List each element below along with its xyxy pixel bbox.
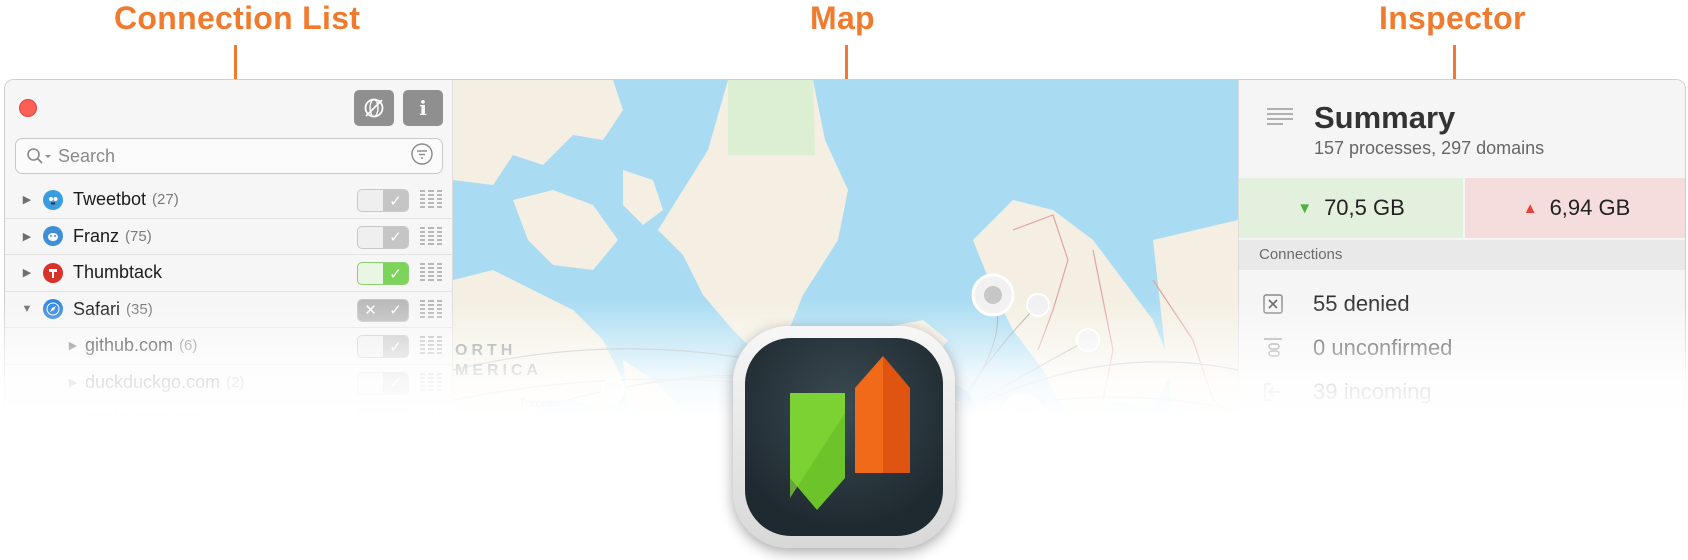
denied-stat[interactable]: 55 denied [1239,284,1685,324]
unconfirmed-icon [1263,338,1283,358]
filter-icon[interactable] [410,142,434,171]
map-region-label: MERICA [455,362,543,379]
map-region-label: ORTH [455,342,517,359]
disclosure-triangle-icon[interactable]: ▶ [67,376,79,389]
list-item[interactable]: ▼ Safari (35) ✕ ✓ [5,292,453,328]
list-item[interactable]: ▶ Tweetbot (27) ✓ [5,182,453,219]
connection-count: (35) [126,300,153,318]
rule-toggle[interactable]: ✓ [357,189,409,212]
thumbtack-app-icon [43,262,63,283]
map-toggle-button[interactable] [354,90,394,126]
traffic-histogram-icon [420,299,442,320]
domain-name: apple.com [85,408,169,429]
connection-count: (6) [179,337,198,355]
download-value: 70,5 GB [1324,195,1405,220]
incoming-stat[interactable]: 39 incoming [1239,372,1685,412]
disclosure-triangle-expanded-icon[interactable]: ▼ [21,303,33,315]
traffic-histogram-icon [420,372,442,393]
connection-list-pane: i ▶ [5,80,453,560]
app-name: Franz [73,225,120,246]
upload-value: 6,94 GB [1549,195,1631,220]
globe-slash-icon [364,98,384,118]
list-item[interactable]: ▶ Franz (75) ✓ [5,219,453,255]
disclosure-triangle-icon[interactable]: ▶ [21,267,33,279]
search-icon [26,147,54,165]
disclosure-triangle-icon[interactable]: ▶ [21,194,33,206]
traffic-histogram-icon [420,336,442,356]
app-name: Safari [73,298,121,319]
rule-toggle[interactable]: ✓ [357,371,409,395]
summary-list-icon [1267,107,1293,134]
denied-label: 55 denied [1313,291,1410,316]
traffic-histogram-icon [420,190,442,210]
upload-total: ▲ 6,94 GB [1465,178,1685,238]
download-total: ▼ 70,5 GB [1239,178,1463,238]
list-item[interactable]: ▶ Thumbtack ✓ [5,255,453,292]
connection-count: (27) [152,191,179,209]
traffic-histogram-icon [420,409,442,429]
little-snitch-app-icon [733,326,955,548]
inspector-toggle-button[interactable]: i [403,90,443,126]
callout-inspector: Inspector [1379,0,1526,36]
download-arrow-icon: ▼ [1297,199,1313,217]
franz-app-icon [43,226,63,247]
rule-toggle[interactable]: ✓ [357,335,409,358]
callout-connection-list: Connection List [114,0,361,36]
connection-count: (2) [226,373,245,391]
denied-icon [1263,294,1283,314]
unconfirmed-stat[interactable]: 0 unconfirmed [1239,328,1685,368]
callout-map: Map [810,0,875,36]
rule-toggle[interactable]: ✓ [357,262,409,285]
rule-toggle[interactable]: ✕ ✓ [357,298,409,322]
rule-toggle[interactable]: ✕ ✓ [357,408,409,431]
traffic-histogram-icon [420,263,442,283]
list-item[interactable]: ▶ apple.com (23) ✕ ✓ [5,401,453,438]
domain-name: github.com [85,335,174,356]
rule-toggle[interactable]: ✓ [357,225,409,249]
incoming-icon [1263,382,1283,402]
connections-section-header: Connections [1239,240,1685,270]
inspector-subtitle: 157 processes, 297 domains [1314,138,1545,158]
connection-list: ▶ Tweetbot (27) ✓ ▶ Franz (75) ✓ ▶ Thumb… [5,182,453,438]
connection-count: (75) [125,227,152,245]
app-name: Tweetbot [73,189,147,210]
disclosure-triangle-icon[interactable]: ▶ [67,340,79,352]
disclosure-triangle-icon[interactable]: ▶ [67,413,79,425]
incoming-label: 39 incoming [1313,379,1432,404]
traffic-histogram-icon [420,226,442,247]
list-item[interactable]: ▶ duckduckgo.com (2) ✓ [5,365,453,401]
disclosure-triangle-icon[interactable]: ▶ [21,230,33,243]
upload-arrow-icon: ▲ [1522,199,1538,217]
unconfirmed-label: 0 unconfirmed [1313,335,1453,360]
list-item[interactable]: ▶ github.com (6) ✓ [5,328,453,365]
map-city-label: Toronto [519,396,560,410]
inspector-pane: Summary 157 processes, 297 domains ▼ 70,… [1238,80,1685,560]
inspector-title: Summary [1314,100,1456,135]
tweetbot-app-icon [43,189,63,210]
safari-app-icon [43,299,63,320]
connection-count: (23) [174,410,201,428]
domain-name: duckduckgo.com [85,371,221,392]
search-input[interactable] [58,145,410,167]
app-name: Thumbtack [73,262,163,283]
close-window-button[interactable] [19,99,37,117]
search-field[interactable] [15,138,443,174]
